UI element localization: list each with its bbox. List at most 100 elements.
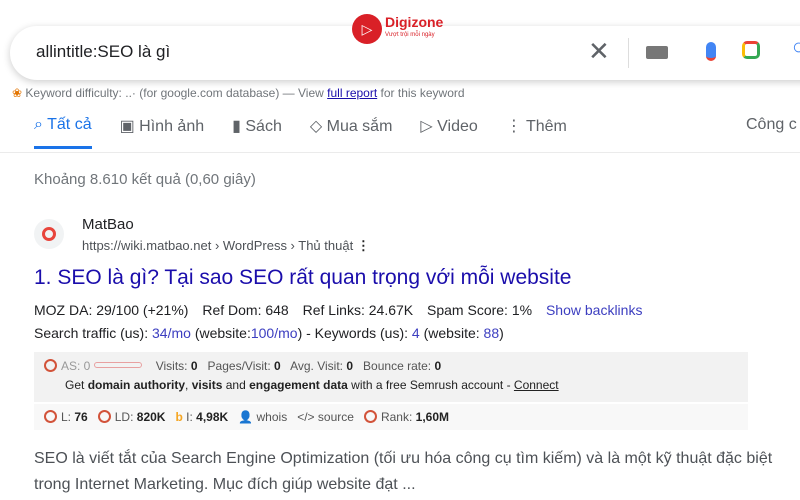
more-options-icon[interactable]: ⋮ xyxy=(357,238,370,253)
tab-label: Thêm xyxy=(525,118,567,135)
more-icon: ⋮ xyxy=(505,118,522,135)
website-label: (website: xyxy=(423,325,480,341)
keyboard-icon[interactable] xyxy=(646,46,668,59)
visits: 0 xyxy=(190,359,198,373)
rank[interactable]: 1,60M xyxy=(416,410,449,424)
tab-images[interactable]: ▣ Hình ảnh xyxy=(120,116,205,149)
semrush-icon: ❀ xyxy=(12,86,23,100)
lens-icon[interactable] xyxy=(742,41,760,59)
result-stats: Khoảng 8.610 kết quả (0,60 giây) xyxy=(34,171,256,188)
index[interactable]: 4,98K xyxy=(196,410,228,424)
t: domain authority xyxy=(87,378,186,392)
label: Visits: xyxy=(155,359,188,373)
t: visits xyxy=(191,378,223,392)
bing-icon: b xyxy=(175,410,183,424)
tab-label: Sách xyxy=(245,118,282,135)
result-snippet: SEO là viết tắt của Search Engine Optimi… xyxy=(34,450,773,493)
semrush-metrics: AS: 0 Visits: 0 Pages/Visit: 0 Avg. Visi… xyxy=(34,352,748,373)
result-title[interactable]: 1. SEO là gì? Tại sao SEO rất quan trọng… xyxy=(34,266,571,290)
links[interactable]: 76 xyxy=(74,410,87,424)
ld-icon xyxy=(97,410,111,423)
traffic-label: Search traffic (us): xyxy=(34,325,149,341)
label: Pages/Visit: xyxy=(207,359,271,373)
linking-domains[interactable]: 820K xyxy=(137,410,166,424)
divider xyxy=(0,152,800,153)
as-bar xyxy=(94,362,143,368)
as-score: AS: 0 xyxy=(61,359,91,373)
image-icon: ▣ xyxy=(119,118,135,135)
moz-da: MOZ DA: 29/100 (+21%) xyxy=(34,302,189,318)
tab-videos[interactable]: ▷ Video xyxy=(420,116,477,149)
site-name[interactable]: MatBao xyxy=(82,216,134,233)
kd-value: ..· xyxy=(125,86,136,100)
website-traffic[interactable]: 100/mo xyxy=(251,325,298,341)
traffic-value[interactable]: 34/mo xyxy=(152,325,191,341)
seoquake-bar: L: 76 LD: 820K b I: 4,98K 👤 whois </> so… xyxy=(34,404,748,430)
digizone-logo: ▷ Digizone Vượt trội mỗi ngày xyxy=(352,14,443,44)
t: engagement data xyxy=(249,378,348,392)
website-keywords[interactable]: 88 xyxy=(484,325,500,341)
bounce-rate: 0 xyxy=(434,359,442,373)
tag-icon: ◇ xyxy=(309,118,323,135)
label: Avg. Visit: xyxy=(290,359,343,373)
tab-more[interactable]: ⋮ Thêm xyxy=(506,116,567,149)
show-backlinks-link[interactable]: Show backlinks xyxy=(546,302,643,318)
tab-label: Tất cả xyxy=(47,116,92,133)
t: and xyxy=(225,378,246,392)
ref-links: Ref Links: 24.67K xyxy=(302,302,414,318)
rank-icon xyxy=(363,410,377,423)
tab-all[interactable]: ⌕ Tất cả xyxy=(34,116,92,149)
whois-link[interactable]: whois xyxy=(257,410,288,424)
tools-button[interactable]: Công c xyxy=(746,116,797,134)
t: with a free Semrush account - xyxy=(351,378,511,392)
search-traffic: Search traffic (us): 34/mo (website:100/… xyxy=(34,325,504,341)
keywords-value[interactable]: 4 xyxy=(412,325,420,341)
label: Bounce rate: xyxy=(363,359,432,373)
site-favicon xyxy=(34,219,64,249)
spam-score: Spam Score: 1% xyxy=(427,302,533,318)
code-icon: </> xyxy=(297,410,315,424)
book-icon: ▮ xyxy=(232,118,241,135)
kd-suffix: for this keyword xyxy=(380,86,465,100)
search-input[interactable]: allintitle:SEO là gì xyxy=(36,42,170,62)
tab-label: Video xyxy=(437,118,478,135)
keywords-label: ) - Keywords (us): xyxy=(297,325,409,341)
label: LD: xyxy=(114,410,134,424)
source-link[interactable]: source xyxy=(318,410,354,424)
tab-books[interactable]: ▮ Sách xyxy=(232,116,282,149)
logo-name: Digizone xyxy=(385,14,444,30)
connect-link[interactable]: Connect xyxy=(514,378,559,392)
label: Rank: xyxy=(380,410,413,424)
divider xyxy=(628,38,629,68)
full-report-link[interactable]: full report xyxy=(327,86,377,100)
microphone-icon[interactable] xyxy=(706,42,716,61)
tab-label: Hình ảnh xyxy=(139,118,205,135)
clear-icon[interactable]: ✕ xyxy=(588,36,610,67)
tab-shopping[interactable]: ◇ Mua sắm xyxy=(310,116,393,149)
semrush-panel: AS: 0 Visits: 0 Pages/Visit: 0 Avg. Visi… xyxy=(34,352,748,402)
t: , xyxy=(185,378,189,392)
url-text: https://wiki.matbao.net › WordPress › Th… xyxy=(82,238,354,253)
pages-visit: 0 xyxy=(274,359,281,373)
keyword-difficulty: ❀ Keyword difficulty: ..· (for google.co… xyxy=(12,86,465,100)
search-icon: ⌕ xyxy=(34,116,43,133)
kd-text: (for google.com database) — View xyxy=(139,86,324,100)
label: I: xyxy=(186,410,193,424)
label: L: xyxy=(61,410,72,424)
tab-label: Mua sắm xyxy=(326,118,393,135)
seoquake-metrics: L: 76 LD: 820K b I: 4,98K 👤 whois </> so… xyxy=(34,404,748,424)
ref-dom: Ref Dom: 648 xyxy=(202,302,289,318)
site-url[interactable]: https://wiki.matbao.net › WordPress › Th… xyxy=(82,238,370,254)
play-icon: ▷ xyxy=(420,118,433,135)
search-icon[interactable]: ○ xyxy=(792,34,800,60)
traffic-label: (website: xyxy=(194,325,251,341)
semrush-promo: Get domain authority, visits and engagem… xyxy=(34,373,748,392)
l-icon xyxy=(44,410,57,423)
kd-label: Keyword difficulty: xyxy=(25,86,122,100)
avg-visit: 0 xyxy=(346,359,354,373)
paren: ) xyxy=(499,325,504,341)
moz-metrics: MOZ DA: 29/100 (+21%) Ref Dom: 648 Ref L… xyxy=(34,302,642,318)
user-icon: 👤 xyxy=(238,410,254,424)
logo-slogan: Vượt trội mỗi ngày xyxy=(385,32,435,38)
search-tabs: ⌕ Tất cả ▣ Hình ảnh ▮ Sách ◇ Mua sắm ▷ V… xyxy=(34,116,567,149)
